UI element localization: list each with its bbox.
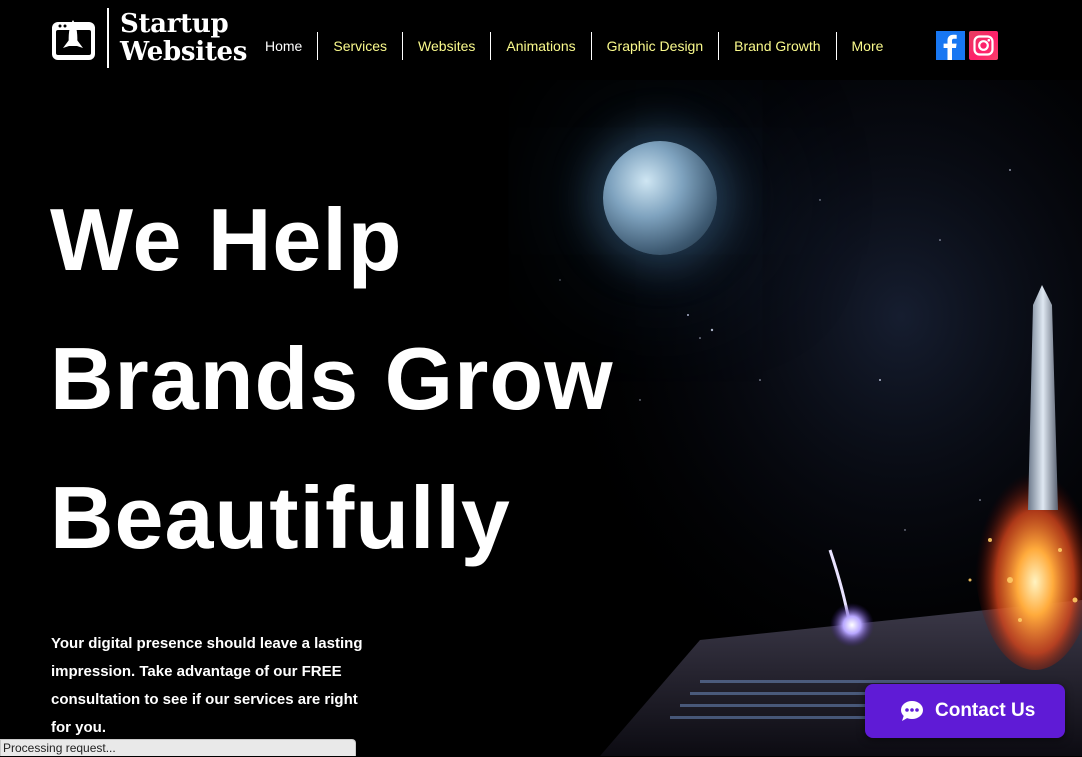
hero-headline-line2: Brands Grow xyxy=(50,329,614,428)
browser-status-bar: Processing request... xyxy=(0,739,356,756)
nav-item-more[interactable]: More xyxy=(837,32,899,60)
site-logo[interactable]: Startup Websites xyxy=(51,8,247,68)
chat-bubble-icon xyxy=(900,700,926,722)
brand-name-line1: Startup xyxy=(120,9,229,39)
hero-headline: We Help Brands Grow Beautifully xyxy=(50,170,614,587)
instagram-icon[interactable] xyxy=(969,31,998,60)
main-nav: Home Services Websites Animations Graphi… xyxy=(250,32,898,60)
nav-item-graphic-design[interactable]: Graphic Design xyxy=(592,32,720,60)
moon-graphic xyxy=(603,141,717,255)
nav-item-brand-growth[interactable]: Brand Growth xyxy=(719,32,837,60)
facebook-icon[interactable] xyxy=(936,31,965,60)
hero-headline-line1: We Help xyxy=(50,190,403,289)
nav-item-services[interactable]: Services xyxy=(318,32,404,60)
nav-item-websites[interactable]: Websites xyxy=(403,32,492,60)
rocket-browser-icon xyxy=(51,14,96,62)
nav-item-home[interactable]: Home xyxy=(250,32,319,60)
hero-blurb: Your digital presence should leave a las… xyxy=(51,635,363,736)
brand-name: Startup Websites xyxy=(120,10,247,66)
nav-item-animations[interactable]: Animations xyxy=(491,32,592,60)
social-links xyxy=(936,31,998,60)
hero-headline-line3: Beautifully xyxy=(50,468,511,567)
contact-us-label: Contact Us xyxy=(935,700,1036,721)
brand-name-line2: Websites xyxy=(120,37,248,67)
contact-us-button[interactable]: Contact Us xyxy=(865,684,1065,738)
logo-divider xyxy=(107,8,109,68)
